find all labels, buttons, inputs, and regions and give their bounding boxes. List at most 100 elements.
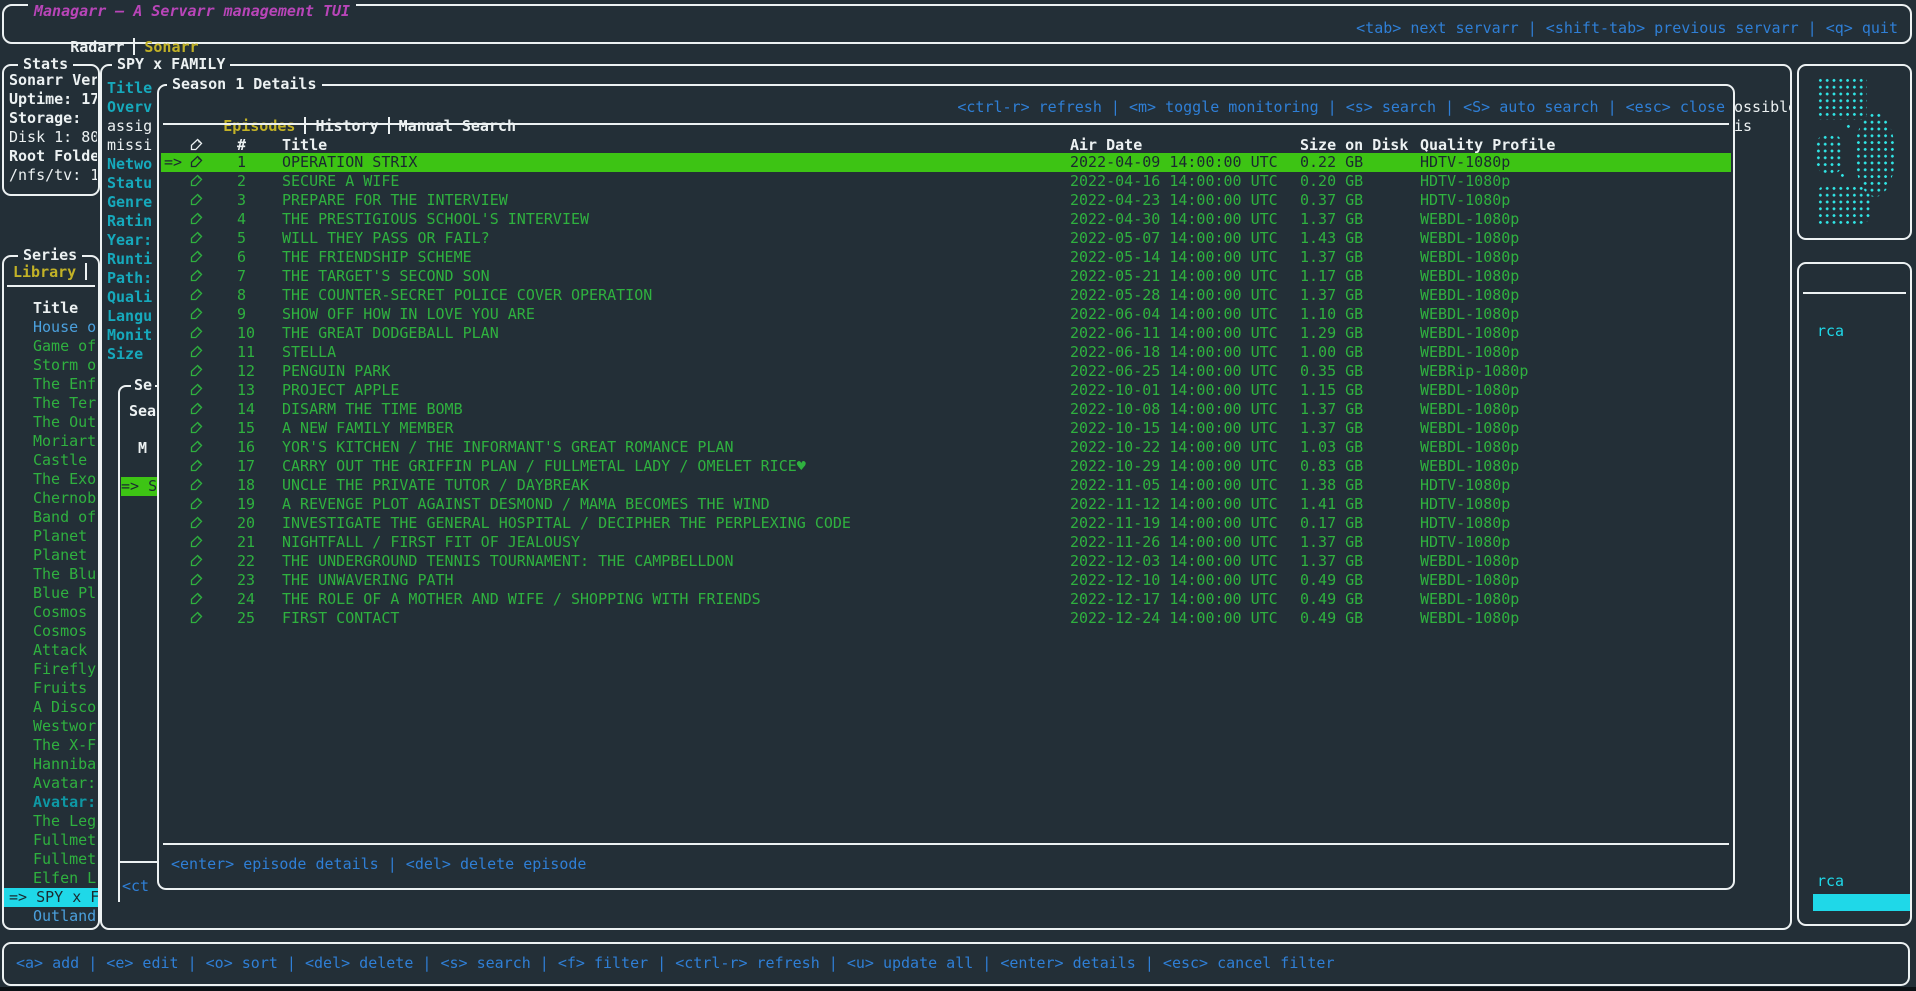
series-title: The Enf <box>33 375 96 393</box>
episode-quality-profile: HDTV-1080p <box>1420 514 1510 533</box>
monitored-tag-icon <box>190 590 203 609</box>
series-list-item[interactable]: Hanniba <box>4 755 98 774</box>
series-list-item[interactable]: Castle <box>4 451 98 470</box>
series-list-item[interactable]: A Disco <box>4 698 98 717</box>
series-list-item[interactable]: Moriart <box>4 432 98 451</box>
series-list-item[interactable]: Avatar: <box>4 774 98 793</box>
series-list-item[interactable]: Westwor <box>4 717 98 736</box>
series-list-item[interactable]: Outland <box>4 907 98 926</box>
series-list-item[interactable]: House o <box>4 318 98 337</box>
episode-row[interactable]: 15A NEW FAMILY MEMBER2022-10-15 14:00:00… <box>161 419 1731 438</box>
series-list-item[interactable]: The Enf <box>4 375 98 394</box>
series-list-item[interactable]: Fullmet <box>4 831 98 850</box>
episode-title: PREPARE FOR THE INTERVIEW <box>282 191 508 210</box>
series-list-item[interactable]: Planet <box>4 527 98 546</box>
tab-manual-search[interactable]: Manual Search <box>399 117 516 135</box>
series-list-item[interactable]: Chernob <box>4 489 98 508</box>
episode-row[interactable]: 25FIRST CONTACT2022-12-24 14:00:00 UTC0.… <box>161 609 1731 628</box>
series-list-item[interactable]: Elfen L <box>4 869 98 888</box>
episode-row[interactable]: 7THE TARGET'S SECOND SON2022-05-21 14:00… <box>161 267 1731 286</box>
series-list-item[interactable]: Planet <box>4 546 98 565</box>
series-title: The Out <box>33 413 96 431</box>
popup-title: Season 1 Details <box>167 75 322 94</box>
right-panel-selected-bar[interactable] <box>1813 894 1910 911</box>
episode-row[interactable]: 22THE UNDERGROUND TENNIS TOURNAMENT: THE… <box>161 552 1731 571</box>
tab-episodes[interactable]: Episodes <box>223 117 295 135</box>
tab-history[interactable]: History <box>315 117 378 135</box>
series-list-item[interactable]: Fullmet <box>4 850 98 869</box>
series-list-item[interactable]: Fruits <box>4 679 98 698</box>
series-list-item[interactable]: Blue Pl <box>4 584 98 603</box>
monitored-tag-icon <box>190 305 203 324</box>
monitored-tag-icon <box>190 153 203 172</box>
episode-row[interactable]: 4THE PRESTIGIOUS SCHOOL'S INTERVIEW2022-… <box>161 210 1731 229</box>
bottom-bar: <a> add | <e> edit | <o> sort | <del> de… <box>2 942 1910 986</box>
stats-line: Uptime: 17 <box>9 90 97 109</box>
episode-row[interactable]: 21NIGHTFALL / FIRST FIT OF JEALOUSY2022-… <box>161 533 1731 552</box>
episode-quality-profile: WEBDL-1080p <box>1420 381 1519 400</box>
series-title: Elfen L <box>33 869 96 887</box>
episode-row[interactable]: 19A REVENGE PLOT AGAINST DESMOND / MAMA … <box>161 495 1731 514</box>
episode-size-on-disk: 1.37 GB <box>1300 419 1363 438</box>
episode-row[interactable]: 8THE COUNTER-SECRET POLICE COVER OPERATI… <box>161 286 1731 305</box>
episode-row[interactable]: 3PREPARE FOR THE INTERVIEW2022-04-23 14:… <box>161 191 1731 210</box>
episode-quality-profile: HDTV-1080p <box>1420 153 1510 172</box>
episode-title: SECURE A WIFE <box>282 172 399 191</box>
series-list-item[interactable]: The Ter <box>4 394 98 413</box>
episode-row[interactable]: 5WILL THEY PASS OR FAIL?2022-05-07 14:00… <box>161 229 1731 248</box>
episodes-table: =>1OPERATION STRIX2022-04-09 14:00:00 UT… <box>161 153 1731 628</box>
series-list-item[interactable]: Band of <box>4 508 98 527</box>
episode-row[interactable]: 13PROJECT APPLE2022-10-01 14:00:00 UTC1.… <box>161 381 1731 400</box>
episode-row[interactable]: 10THE GREAT DODGEBALL PLAN2022-06-11 14:… <box>161 324 1731 343</box>
episode-row[interactable]: 18UNCLE THE PRIVATE TUTOR / DAYBREAK2022… <box>161 476 1731 495</box>
series-list-item[interactable]: Game of <box>4 337 98 356</box>
series-list-item[interactable]: Avatar: <box>4 793 98 812</box>
episode-title: YOR'S KITCHEN / THE INFORMANT'S GREAT RO… <box>282 438 734 457</box>
series-list-item[interactable]: Cosmos <box>4 603 98 622</box>
episode-row[interactable]: 20INVESTIGATE THE GENERAL HOSPITAL / DEC… <box>161 514 1731 533</box>
monitored-tag-icon <box>190 438 203 457</box>
episode-size-on-disk: 1.17 GB <box>1300 267 1363 286</box>
episode-number: 7 <box>237 267 246 286</box>
episode-row[interactable]: 17CARRY OUT THE GRIFFIN PLAN / FULLMETAL… <box>161 457 1731 476</box>
episode-row[interactable]: 23THE UNWAVERING PATH2022-12-10 14:00:00… <box>161 571 1731 590</box>
episode-row[interactable]: 9SHOW OFF HOW IN LOVE YOU ARE2022-06-04 … <box>161 305 1731 324</box>
episode-title: UNCLE THE PRIVATE TUTOR / DAYBREAK <box>282 476 589 495</box>
series-list-item[interactable]: The Exo <box>4 470 98 489</box>
series-title: Firefly <box>33 660 96 678</box>
episode-row[interactable]: 2SECURE A WIFE2022-04-16 14:00:00 UTC0.2… <box>161 172 1731 191</box>
series-detail-field-label: Langu <box>107 307 154 326</box>
monitored-tag-icon <box>190 419 203 438</box>
episode-title: WILL THEY PASS OR FAIL? <box>282 229 490 248</box>
series-list-item[interactable]: The X-F <box>4 736 98 755</box>
tab-radarr[interactable]: Radarr <box>70 38 124 56</box>
episode-number: 5 <box>237 229 246 248</box>
episode-air-date: 2022-10-08 14:00:00 UTC <box>1070 400 1278 419</box>
series-list-item[interactable]: The Leg <box>4 812 98 831</box>
seasons-selected-row-fragment[interactable]: => S <box>121 477 159 496</box>
episode-row[interactable]: 24THE ROLE OF A MOTHER AND WIFE / SHOPPI… <box>161 590 1731 609</box>
series-detail-field-label: Netwo <box>107 155 154 174</box>
episode-row[interactable]: =>1OPERATION STRIX2022-04-09 14:00:00 UT… <box>161 153 1731 172</box>
episode-row[interactable]: 11STELLA2022-06-18 14:00:00 UTC1.00 GBWE… <box>161 343 1731 362</box>
episode-size-on-disk: 1.43 GB <box>1300 229 1363 248</box>
episode-row[interactable]: 14DISARM THE TIME BOMB2022-10-08 14:00:0… <box>161 400 1731 419</box>
tab-sonarr[interactable]: Sonarr <box>144 38 198 56</box>
episode-size-on-disk: 1.10 GB <box>1300 305 1363 324</box>
episode-air-date: 2022-10-29 14:00:00 UTC <box>1070 457 1278 476</box>
series-list-item[interactable]: Storm o <box>4 356 98 375</box>
series-list-item[interactable]: Cosmos <box>4 622 98 641</box>
series-list: House oGame ofStorm oThe EnfThe TerThe O… <box>4 318 98 926</box>
episode-row[interactable]: 16YOR'S KITCHEN / THE INFORMANT'S GREAT … <box>161 438 1731 457</box>
series-list-item[interactable]: => SPY x F <box>4 888 98 907</box>
series-list-item[interactable]: The Out <box>4 413 98 432</box>
episode-row[interactable]: 6THE FRIENDSHIP SCHEME2022-05-14 14:00:0… <box>161 248 1731 267</box>
series-list-item[interactable]: Attack <box>4 641 98 660</box>
episode-title: NIGHTFALL / FIRST FIT OF JEALOUSY <box>282 533 580 552</box>
tab-library[interactable]: Library <box>13 263 96 282</box>
series-list-item[interactable]: Firefly <box>4 660 98 679</box>
series-list-item[interactable]: The Blu <box>4 565 98 584</box>
episode-title: THE UNWAVERING PATH <box>282 571 454 590</box>
stats-panel: Stats Sonarr VerUptime: 17Storage:Disk 1… <box>2 64 100 196</box>
episode-row[interactable]: 12PENGUIN PARK2022-06-25 14:00:00 UTC0.3… <box>161 362 1731 381</box>
